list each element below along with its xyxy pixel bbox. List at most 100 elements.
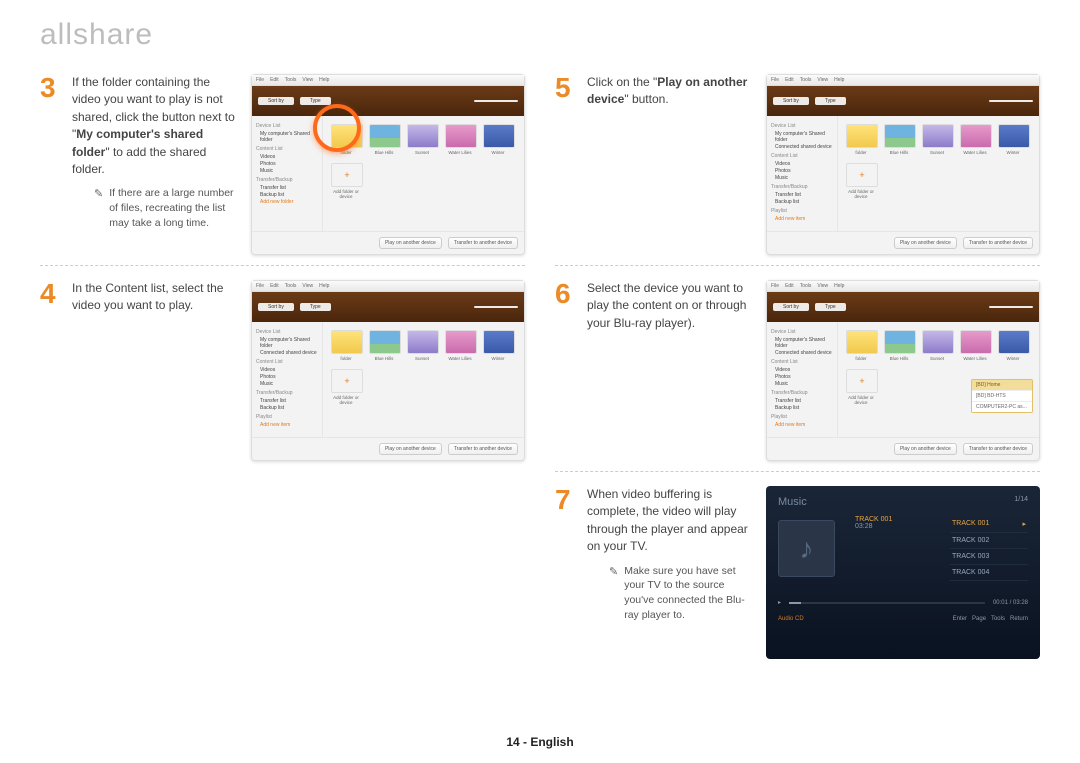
sort-select[interactable]: Sort by	[773, 97, 809, 105]
thumb[interactable]: Sunset	[407, 124, 437, 155]
track-item[interactable]: TRACK 004	[950, 565, 1028, 581]
transfer-button[interactable]: Transfer to another device	[448, 237, 518, 249]
menu-help[interactable]: Help	[319, 77, 329, 83]
sidebar-add[interactable]: Add new folder	[256, 199, 318, 205]
sidebar-item[interactable]: Music	[771, 381, 833, 387]
thumb-add[interactable]: +Add folder or device	[846, 163, 876, 199]
sidebar-item[interactable]: My computer's Shared folder	[256, 131, 318, 143]
sidebar-item[interactable]: Transfer list	[771, 192, 833, 198]
thumb[interactable]: Winter	[483, 330, 513, 361]
play-button[interactable]: Play on another device	[379, 237, 442, 249]
search-box[interactable]	[474, 100, 518, 102]
sidebar-item[interactable]: My computer's Shared folder	[771, 337, 833, 349]
sidebar-item[interactable]: Connected shared device	[771, 144, 833, 150]
sidebar-item[interactable]: Photos	[256, 374, 318, 380]
sidebar-item[interactable]: Backup list	[771, 405, 833, 411]
sidebar-item[interactable]: Backup list	[256, 405, 318, 411]
sidebar-item[interactable]: Videos	[256, 154, 318, 160]
menu-tools[interactable]: Tools	[285, 283, 297, 289]
thumb-add[interactable]: +Add folder or device	[331, 369, 361, 405]
track-item[interactable]: TRACK 003	[950, 549, 1028, 565]
thumb[interactable]: Winter	[998, 330, 1028, 361]
sidebar-add[interactable]: Add new item	[771, 422, 833, 428]
sidebar-item[interactable]: My computer's Shared folder	[256, 337, 318, 349]
play-button[interactable]: Play on another device	[894, 443, 957, 455]
track-item[interactable]: TRACK 002	[950, 533, 1028, 549]
sidebar-add[interactable]: Add new item	[256, 422, 318, 428]
thumb[interactable]: Blue Hills	[369, 330, 399, 361]
thumb[interactable]: Sunset	[922, 330, 952, 361]
menu-tools[interactable]: Tools	[285, 77, 297, 83]
sidebar-item[interactable]: Photos	[771, 374, 833, 380]
menu-edit[interactable]: Edit	[270, 77, 279, 83]
thumb-folder[interactable]: folder	[846, 330, 876, 361]
sidebar-item[interactable]: My computer's Shared folder	[771, 131, 833, 143]
type-select[interactable]: Type	[815, 303, 846, 311]
search-box[interactable]	[989, 100, 1033, 102]
play-button[interactable]: Play on another device	[379, 443, 442, 455]
play-button[interactable]: Play on another device	[894, 237, 957, 249]
menu-file[interactable]: File	[771, 77, 779, 83]
type-select[interactable]: Type	[815, 97, 846, 105]
menu-view[interactable]: View	[302, 283, 313, 289]
menu-file[interactable]: File	[256, 77, 264, 83]
sidebar-item[interactable]: Videos	[771, 161, 833, 167]
sidebar-item[interactable]: Transfer list	[771, 398, 833, 404]
sidebar-item[interactable]: Videos	[256, 367, 318, 373]
popup-item[interactable]: [BD] BD-HTS	[972, 390, 1032, 401]
menu-view[interactable]: View	[817, 283, 828, 289]
menu-help[interactable]: Help	[834, 77, 844, 83]
menu-help[interactable]: Help	[834, 283, 844, 289]
transfer-button[interactable]: Transfer to another device	[963, 443, 1033, 455]
thumb[interactable]: Water Lilies	[960, 124, 990, 155]
sidebar-item[interactable]: Photos	[256, 161, 318, 167]
thumb-add[interactable]: +Add folder or device	[846, 369, 876, 405]
menu-edit[interactable]: Edit	[785, 77, 794, 83]
transfer-button[interactable]: Transfer to another device	[448, 443, 518, 455]
thumb[interactable]: Water Lilies	[960, 330, 990, 361]
sidebar-item[interactable]: Connected shared device	[256, 350, 318, 356]
sort-select[interactable]: Sort by	[258, 303, 294, 311]
thumb[interactable]: Blue Hills	[369, 124, 399, 155]
search-box[interactable]	[474, 306, 518, 308]
sidebar-item[interactable]: Music	[771, 175, 833, 181]
thumb-folder[interactable]: folder	[846, 124, 876, 155]
type-select[interactable]: Type	[300, 97, 331, 105]
thumb-add[interactable]: +Add folder or device	[331, 163, 361, 199]
sidebar-item[interactable]: Backup list	[771, 199, 833, 205]
transfer-button[interactable]: Transfer to another device	[963, 237, 1033, 249]
track-item[interactable]: TRACK 001▸	[950, 516, 1028, 533]
menu-tools[interactable]: Tools	[800, 283, 812, 289]
menu-edit[interactable]: Edit	[785, 283, 794, 289]
popup-item[interactable]: COMPUTER2-PC as...	[972, 401, 1032, 412]
thumb[interactable]: Winter	[998, 124, 1028, 155]
thumb[interactable]: Winter	[483, 124, 513, 155]
thumb[interactable]: Water Lilies	[445, 330, 475, 361]
sidebar-item[interactable]: Transfer list	[256, 398, 318, 404]
sidebar-add[interactable]: Add new item	[771, 216, 833, 222]
sort-select[interactable]: Sort by	[258, 97, 294, 105]
type-select[interactable]: Type	[300, 303, 331, 311]
menu-view[interactable]: View	[302, 77, 313, 83]
menu-file[interactable]: File	[771, 283, 779, 289]
sidebar-item[interactable]: Photos	[771, 168, 833, 174]
progress-bar[interactable]	[789, 602, 985, 604]
sidebar-item[interactable]: Music	[256, 168, 318, 174]
thumb[interactable]: Blue Hills	[884, 124, 914, 155]
search-box[interactable]	[989, 306, 1033, 308]
thumb[interactable]: Water Lilies	[445, 124, 475, 155]
sidebar-item[interactable]: Videos	[771, 367, 833, 373]
menu-edit[interactable]: Edit	[270, 283, 279, 289]
thumb[interactable]: Sunset	[922, 124, 952, 155]
menu-view[interactable]: View	[817, 77, 828, 83]
sidebar-item[interactable]: Music	[256, 381, 318, 387]
thumb[interactable]: Blue Hills	[884, 330, 914, 361]
menu-help[interactable]: Help	[319, 283, 329, 289]
thumb-folder[interactable]: folder	[331, 330, 361, 361]
thumb[interactable]: Sunset	[407, 330, 437, 361]
sidebar-item[interactable]: Transfer list	[256, 185, 318, 191]
sidebar-item[interactable]: Backup list	[256, 192, 318, 198]
menu-tools[interactable]: Tools	[800, 77, 812, 83]
menu-file[interactable]: File	[256, 283, 264, 289]
sidebar-item[interactable]: Connected shared device	[771, 350, 833, 356]
